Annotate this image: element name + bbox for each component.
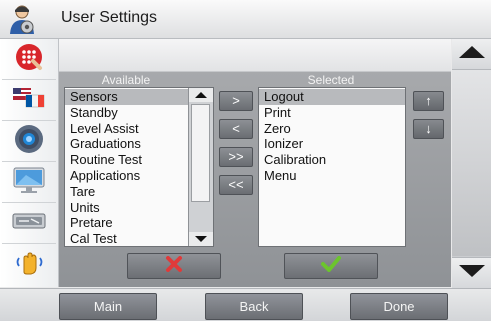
check-icon bbox=[321, 255, 341, 277]
list-item[interactable]: Units bbox=[65, 200, 188, 216]
available-list-scrollbar[interactable] bbox=[188, 88, 213, 246]
cancel-button[interactable] bbox=[127, 253, 221, 279]
scroll-down-arrow-icon[interactable] bbox=[189, 232, 213, 246]
list-item[interactable]: Pretare bbox=[65, 215, 188, 231]
title-bar: User Settings bbox=[0, 0, 491, 39]
hand-vibration-icon bbox=[13, 246, 45, 283]
list-item[interactable]: Graduations bbox=[65, 136, 188, 152]
selected-header: Selected bbox=[307, 73, 355, 87]
list-item[interactable]: Calibration bbox=[259, 152, 405, 168]
available-list[interactable]: Sensors Standby Level Assist Graduations Rou… bbox=[64, 87, 214, 247]
sidebar bbox=[0, 39, 59, 287]
confirm-button[interactable] bbox=[284, 253, 378, 279]
list-item[interactable]: Routine Test bbox=[65, 152, 188, 168]
header-strip bbox=[59, 39, 451, 72]
page-scroll-track[interactable] bbox=[452, 70, 491, 256]
list-item[interactable]: Applications bbox=[65, 168, 188, 184]
flags-icon bbox=[12, 86, 46, 115]
triangle-down-icon bbox=[458, 264, 486, 283]
remove-button[interactable]: < bbox=[219, 119, 253, 139]
list-item[interactable]: Zero bbox=[259, 121, 405, 137]
sidebar-item-language[interactable] bbox=[2, 80, 56, 121]
list-item[interactable]: Level Assist bbox=[65, 121, 188, 137]
move-down-button[interactable]: ↓ bbox=[413, 119, 444, 139]
scroll-thumb[interactable] bbox=[191, 104, 210, 202]
selected-list[interactable]: Logout Print Zero Ionizer Calibration Menu bbox=[258, 87, 406, 247]
remove-all-button[interactable]: << bbox=[219, 175, 253, 195]
x-icon bbox=[165, 255, 183, 277]
scroll-up-arrow-icon[interactable] bbox=[189, 88, 213, 102]
main-button[interactable]: Main bbox=[59, 293, 157, 320]
list-item[interactable]: Ionizer bbox=[259, 136, 405, 152]
available-header: Available bbox=[101, 73, 151, 87]
page-down-button[interactable] bbox=[452, 257, 491, 288]
sidebar-item-communication[interactable] bbox=[2, 203, 56, 244]
list-item[interactable]: Print bbox=[259, 105, 405, 121]
page-scrollbar[interactable] bbox=[452, 39, 491, 288]
back-button[interactable]: Back bbox=[205, 293, 303, 320]
monitor-icon bbox=[12, 165, 46, 200]
sidebar-item-vibration[interactable] bbox=[2, 244, 56, 284]
bottom-nav: Main Back Done bbox=[0, 288, 491, 321]
done-button[interactable]: Done bbox=[350, 293, 448, 320]
speaker-icon bbox=[13, 123, 45, 160]
list-item[interactable]: Standby bbox=[65, 105, 188, 121]
page-up-button[interactable] bbox=[452, 39, 491, 70]
list-item[interactable]: Logout bbox=[259, 89, 405, 105]
page-title: User Settings bbox=[61, 9, 158, 26]
list-item[interactable]: Sensors bbox=[65, 89, 188, 105]
keypad-icon bbox=[14, 42, 44, 77]
main-panel: Available Selected Sensors Standby Level A… bbox=[59, 39, 451, 287]
add-button[interactable]: > bbox=[219, 91, 253, 111]
add-all-button[interactable]: >> bbox=[219, 147, 253, 167]
list-item[interactable]: Tare bbox=[65, 184, 188, 200]
sidebar-item-keypad[interactable] bbox=[2, 39, 56, 80]
cable-icon bbox=[11, 209, 47, 238]
sidebar-item-sound[interactable] bbox=[2, 121, 56, 162]
move-up-button[interactable]: ↑ bbox=[413, 91, 444, 111]
list-item[interactable]: Menu bbox=[259, 168, 405, 184]
sidebar-item-display[interactable] bbox=[2, 162, 56, 203]
triangle-up-icon bbox=[458, 45, 486, 64]
list-item[interactable]: Cal Test bbox=[65, 231, 188, 247]
user-settings-icon bbox=[7, 3, 37, 35]
